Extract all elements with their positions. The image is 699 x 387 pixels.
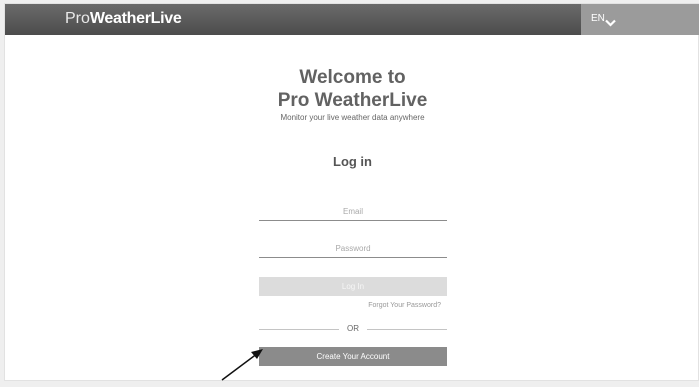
- email-input[interactable]: [259, 202, 447, 221]
- forgot-password-link[interactable]: Forgot Your Password?: [259, 302, 441, 309]
- welcome-subtitle: Monitor your live weather data anywhere: [280, 113, 425, 122]
- welcome-title-line2: Pro WeatherLive: [277, 90, 428, 111]
- login-button[interactable]: Log In: [259, 277, 447, 296]
- page-frame: ProWeatherLive EN Welcome to Pro Weather…: [4, 3, 699, 381]
- logo-pro-text: Pro: [65, 10, 90, 27]
- password-input[interactable]: [259, 239, 447, 258]
- login-heading: Log in: [333, 154, 372, 169]
- divider-line-right: [367, 329, 447, 330]
- top-bar: ProWeatherLive EN: [5, 4, 699, 35]
- logo[interactable]: ProWeatherLive: [65, 10, 182, 28]
- chevron-down-icon: [605, 14, 616, 32]
- arrow-icon: [220, 346, 266, 387]
- language-selector[interactable]: EN: [581, 4, 699, 35]
- logo-brand-text: WeatherLive: [89, 10, 182, 27]
- password-field: [259, 238, 447, 258]
- welcome-title-line1: Welcome to: [299, 67, 406, 88]
- create-account-button[interactable]: Create Your Account: [259, 347, 447, 366]
- or-divider: OR: [259, 324, 447, 334]
- language-code: EN: [591, 13, 605, 24]
- email-field: [259, 201, 447, 221]
